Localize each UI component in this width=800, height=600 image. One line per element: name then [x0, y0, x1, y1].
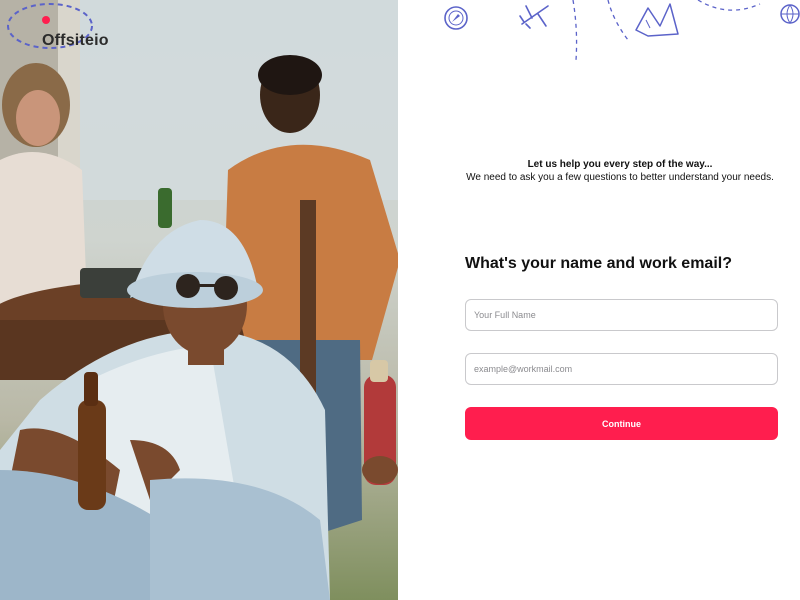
travel-doodles	[444, 0, 800, 61]
compass-icon	[444, 6, 468, 30]
intro-subtext: We need to ask you a few questions to be…	[466, 172, 774, 183]
hero-photo: Offsiteio	[0, 0, 398, 600]
intro-text: Let us help you every step of the way...…	[440, 158, 800, 184]
work-email-input[interactable]	[465, 353, 778, 385]
globe-icon	[780, 4, 800, 24]
airplane-icon	[519, 5, 549, 29]
form-question: What's your name and work email?	[465, 255, 732, 272]
continue-button[interactable]: Continue	[465, 407, 778, 440]
hero-photo-illustration	[0, 0, 398, 600]
full-name-input[interactable]	[465, 299, 778, 331]
intro-headline: Let us help you every step of the way...	[527, 159, 713, 170]
map-icon	[635, 3, 679, 37]
brand-logo[interactable]: Offsiteio	[42, 32, 109, 50]
